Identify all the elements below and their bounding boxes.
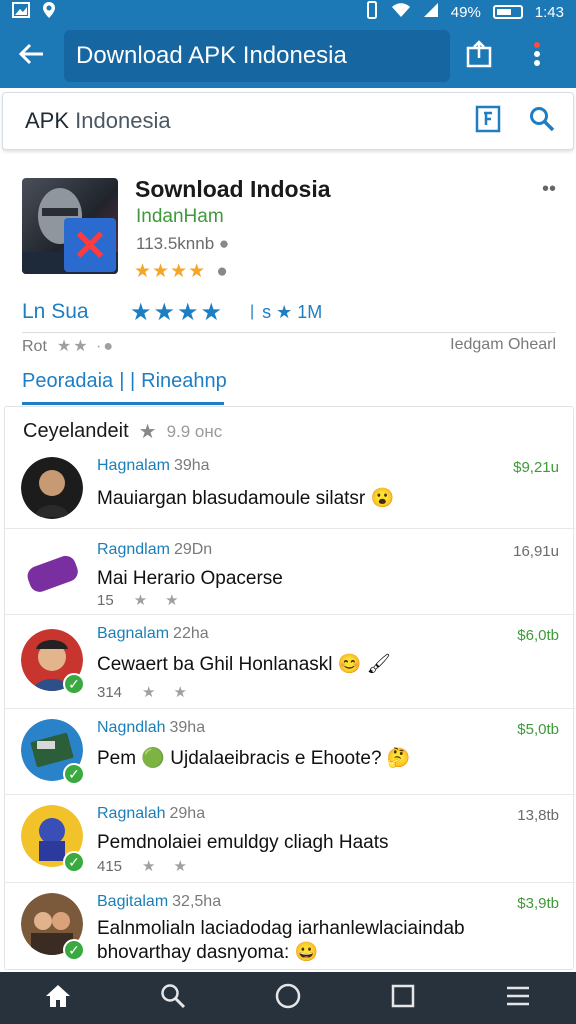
app-developer[interactable]: IndanHam — [136, 206, 224, 228]
comment-row[interactable]: ✓ Ragnalah 29ha 13,8tb Pemdnolaiei emuldg… — [5, 795, 575, 883]
app-rating: ★★★★ ● — [134, 261, 229, 282]
tab-rineahnp[interactable]: Rineahnp — [141, 370, 227, 393]
comment-row[interactable]: Hagnalam 39ha $9,21u Mauiargan blasudamou… — [5, 451, 575, 529]
arrow-left-icon — [18, 39, 45, 73]
avatar — [21, 457, 83, 519]
verified-icon: ✓ — [63, 939, 85, 961]
commenter-name[interactable]: Ragndlam 29Dn — [97, 541, 212, 559]
commenter-name[interactable]: Bagitalam 32,5ha — [97, 893, 221, 911]
comment-text: Mauiargan blasudamoule silatsr 😮 — [97, 488, 395, 509]
nav-search[interactable] — [128, 972, 218, 1024]
share-icon — [466, 39, 492, 73]
search-icon — [160, 983, 186, 1014]
screen: 49% 1:43 Download APK Indonesia APK Indo… — [0, 0, 576, 1024]
overflow-menu-button[interactable] — [508, 24, 566, 88]
nav-recents[interactable] — [358, 972, 448, 1024]
image-icon — [12, 2, 30, 22]
separator: | — [250, 303, 255, 320]
bottom-navigation — [0, 972, 576, 1024]
search-icon[interactable] — [529, 106, 555, 137]
commenter-name[interactable]: Hagnalam 39ha — [97, 457, 210, 475]
app-card: ✕ Sownload Indosia IndanHam 113.5knnb ● … — [0, 164, 576, 405]
location-icon — [42, 1, 56, 23]
tab-separator: | | — [119, 370, 136, 392]
nav-menu[interactable] — [473, 972, 563, 1024]
verified-icon: ✓ — [63, 673, 85, 695]
commenter-name[interactable]: Nagndlah 39ha — [97, 719, 205, 737]
thumb-icon: ★ — [138, 421, 157, 443]
battery-percent: 49% — [450, 3, 481, 21]
comment-amount: 13,8tb — [517, 807, 559, 824]
verified-icon: ✓ — [63, 763, 85, 785]
stat-stars: ★★★★ — [130, 298, 225, 326]
comment-amount: $5,0tb — [517, 721, 559, 738]
square-icon — [391, 984, 415, 1013]
comment-row[interactable]: Ragndlam 29Dn 16,91u Mai Herario Opacerse… — [5, 529, 575, 615]
active-tab-indicator — [22, 402, 224, 405]
tab-peoradaia[interactable]: Peoradaia — [22, 370, 113, 393]
comment-meta: 15 ★★ — [97, 592, 197, 609]
clock: 1:43 — [534, 3, 564, 21]
wifi-icon — [391, 2, 411, 22]
comments-header: Ceyelandeit ★ 9.9 oнс — [23, 420, 223, 443]
comment-text: Pem 🟢 Ujdalaeibracis e Ehoote? 🤔 — [97, 748, 411, 769]
app-title: Sownload Indosia — [135, 176, 331, 202]
status-bar: 49% 1:43 — [0, 0, 576, 24]
nav-home-circle[interactable] — [243, 972, 333, 1024]
search-brand: APK — [25, 108, 70, 133]
search-bar[interactable]: APK Indonesia — [2, 92, 574, 150]
avatar — [21, 541, 83, 603]
info-icon: ● — [218, 234, 230, 253]
comment-row[interactable]: ✓ Nagndlah 39ha $5,0tb Pem 🟢 Ujdalaeibrac… — [5, 709, 575, 795]
nav-home[interactable] — [13, 972, 103, 1024]
comment-text: Mai Herario Opacerse — [97, 568, 283, 589]
commenter-name[interactable]: Bagnalam 22ha — [97, 625, 209, 643]
app-thumbnail[interactable]: ✕ — [22, 178, 118, 274]
app-logo-icon: ✕ — [64, 218, 116, 272]
divider — [22, 332, 556, 333]
meta-row: Rot ★★ ·● Iedgam Ohearl — [22, 336, 556, 356]
clock-icon: ● — [216, 261, 229, 282]
comment-amount: $3,9tb — [517, 895, 559, 912]
battery-icon — [492, 5, 523, 19]
meta-right: Iedgam Ohearl — [450, 336, 556, 353]
comment-meta: 314 ★★ — [97, 684, 205, 701]
app-bar: Download APK Indonesia — [0, 24, 576, 88]
comment-text: Cewaert ba Ghil Honlanaskl 😊 🖌 — [97, 654, 391, 675]
stat-row: Ln Sua ★★★★ | s ★ 1M — [22, 292, 556, 332]
back-button[interactable] — [0, 24, 64, 88]
more-vert-icon — [532, 40, 542, 73]
meta-left: Rot ★★ ·● — [22, 338, 116, 355]
signal-icon — [423, 2, 439, 22]
verified-icon: ✓ — [63, 851, 85, 873]
comment-meta: 415 ★★ — [97, 858, 205, 875]
comment-amount: 16,91u — [513, 543, 559, 560]
app-size: 113.5knnb ● — [136, 234, 230, 253]
vibrate-icon — [365, 1, 379, 23]
comment-amount: $9,21u — [513, 459, 559, 476]
commenter-name[interactable]: Ragnalah 29ha — [97, 805, 205, 823]
page-title: Download APK Indonesia — [64, 30, 450, 82]
menu-icon — [505, 985, 531, 1012]
search-input[interactable]: APK Indonesia — [25, 108, 475, 134]
download-count: s ★ 1M — [262, 301, 323, 322]
tabs: Peoradaia | | Rineahnp — [22, 370, 227, 393]
bookmark-icon[interactable] — [475, 105, 501, 138]
circle-icon — [275, 983, 301, 1014]
home-icon — [44, 983, 72, 1014]
comment-row[interactable]: ✓ Bagnalam 22ha $6,0tb Cewaert ba Ghil Ho… — [5, 615, 575, 709]
search-query: Indonesia — [75, 108, 171, 133]
comment-row[interactable]: ✓ Bagitalam 32,5ha $3,9tb Ealnmolialn lac… — [5, 883, 575, 971]
comment-text: Pemdnolaiei emuldgy cliagh Haats — [97, 832, 389, 853]
share-button[interactable] — [450, 24, 508, 88]
comments-panel: Ceyelandeit ★ 9.9 oнс Hagnalam 39ha $9,21… — [4, 406, 575, 971]
stat-label: Ln Sua — [22, 300, 89, 323]
card-more-button[interactable]: •• — [542, 178, 556, 201]
comment-amount: $6,0tb — [517, 627, 559, 644]
comment-text: Ealnmolialn laciadodag iarhanlewlaciaind… — [97, 918, 465, 963]
